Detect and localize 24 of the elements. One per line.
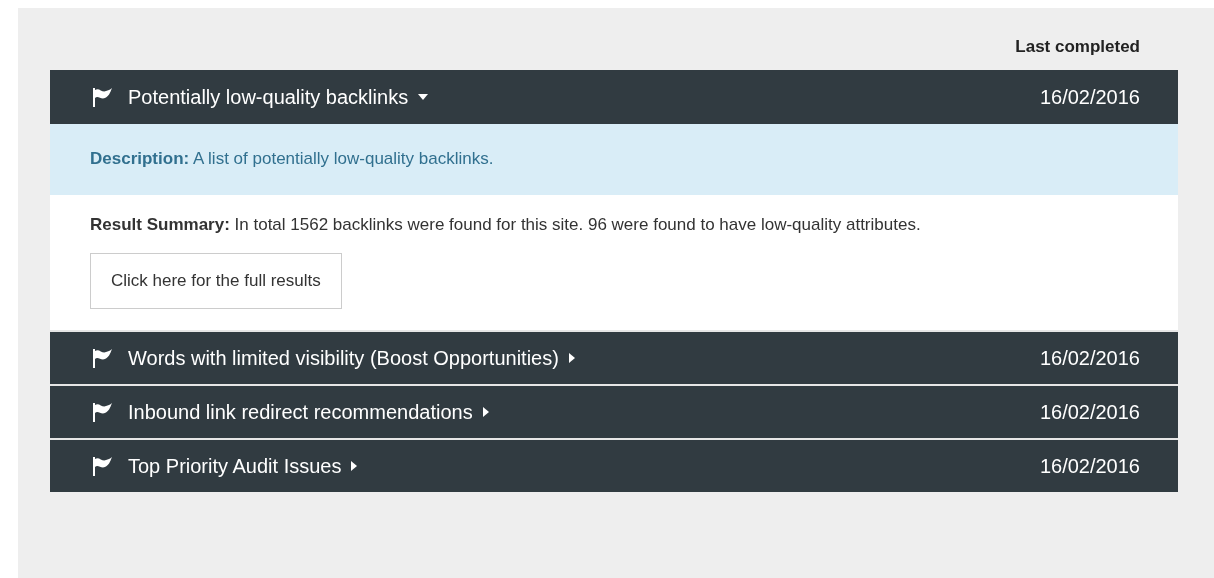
full-results-button[interactable]: Click here for the full results [90, 252, 342, 309]
caret-right-icon [351, 460, 358, 471]
report-date: 16/02/2016 [1039, 345, 1140, 371]
report-date: 16/02/2016 [1039, 84, 1140, 110]
report-header[interactable]: Top Priority Audit Issues 16/02/2016 [50, 437, 1178, 492]
report-header[interactable]: Words with limited visibility (Boost Opportunities) 16/02/2016 [50, 329, 1178, 384]
flag-icon [90, 85, 114, 108]
report-title: Potentially low-quality backlinks [128, 84, 409, 110]
report-date: 16/02/2016 [1039, 399, 1140, 425]
report-header[interactable]: Potentially low-quality backlinks 16/02/2016 [50, 69, 1178, 124]
caret-right-icon [482, 406, 489, 417]
flag-icon [90, 400, 114, 423]
description-text: Description: A list of potentially low-quality backlinks. [90, 148, 494, 171]
caret-right-icon [568, 352, 575, 363]
report-header[interactable]: Inbound link redirect recommendations 16/02/2016 [50, 383, 1178, 438]
caret-down-icon [418, 93, 429, 100]
summary-text: Result Summary: In total 1562 backlinks were found for this site. 96 were found to have low-quality attributes. [90, 213, 921, 236]
report-date: 16/02/2016 [1039, 453, 1140, 479]
flag-icon [90, 454, 114, 477]
report-title: Inbound link redirect recommendations [128, 399, 473, 425]
report-title: Words with limited visibility (Boost Opportunities) [128, 345, 559, 371]
column-header: Last completed [1015, 36, 1140, 58]
report-title: Top Priority Audit Issues [128, 453, 342, 479]
flag-icon [90, 346, 114, 369]
